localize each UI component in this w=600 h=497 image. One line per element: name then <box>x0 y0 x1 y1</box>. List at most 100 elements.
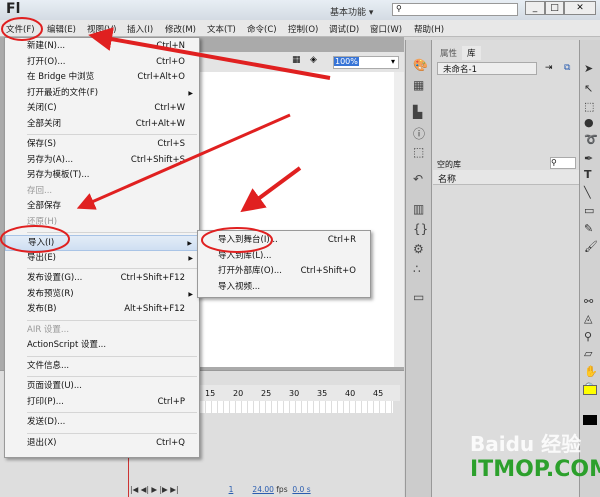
menu-item[interactable]: 发布预览(R) ▶ <box>5 287 199 303</box>
transform-icon[interactable]: ⬚ <box>413 145 424 159</box>
menu-item[interactable]: ActionScript 设置... <box>5 338 199 354</box>
menu-5[interactable]: 文本(T) <box>207 23 236 35</box>
actions-icon[interactable]: {} <box>413 222 428 236</box>
zoom-select[interactable]: 100% ▾ <box>333 56 399 69</box>
menu-1[interactable]: 编辑(E) <box>47 23 76 35</box>
menu-item[interactable]: 另存为模板(T)... <box>5 168 199 184</box>
pencil-icon[interactable]: ✎ <box>584 222 593 235</box>
menu-3[interactable]: 插入(I) <box>127 23 153 35</box>
menu-9[interactable]: 窗口(W) <box>370 23 402 35</box>
text-tool-icon[interactable]: T <box>584 168 592 181</box>
menu-item-label: 退出(X) <box>27 437 57 448</box>
menu-item[interactable]: 页面设置(U)... <box>5 379 199 395</box>
playhead[interactable] <box>128 455 129 497</box>
menu-item[interactable]: 在 Bridge 中浏览 Ctrl+Alt+O <box>5 70 199 86</box>
menu-item[interactable]: 打印(P)... Ctrl+P <box>5 395 199 411</box>
menu-item-label: 打开最近的文件(F) <box>27 87 99 98</box>
edit-symbol-icon[interactable]: ▦ <box>292 55 301 65</box>
menu-item[interactable]: 打开(O)... Ctrl+O <box>5 55 199 71</box>
ruler-tick: 35 <box>317 389 328 398</box>
info-icon[interactable]: ⓘ <box>413 125 425 142</box>
close-button[interactable]: ✕ <box>564 1 596 15</box>
menu-item[interactable]: 发布(B) Alt+Shift+F12 <box>5 302 199 318</box>
menu-4[interactable]: 修改(M) <box>165 23 196 35</box>
menu-item-label: 导入到舞台(I)... <box>218 235 278 245</box>
menu-2[interactable]: 视图(V) <box>87 23 116 35</box>
menu-item[interactable]: 另存为(A)... Ctrl+Shift+S <box>5 153 199 169</box>
color-icon[interactable]: 🎨 <box>413 58 428 72</box>
project-icon[interactable]: ▭ <box>413 290 424 304</box>
tab-properties[interactable]: 属性 <box>435 46 462 60</box>
line-tool-icon[interactable]: ╲ <box>584 186 591 199</box>
menu-item[interactable]: 打开外部库(O)... Ctrl+Shift+O <box>198 264 370 280</box>
hand-tool-icon[interactable]: ✋ <box>584 365 598 378</box>
stage-vertical-scrollbar[interactable] <box>394 72 404 367</box>
swatches-icon[interactable]: ▦ <box>413 78 424 92</box>
menu-8[interactable]: 调试(D) <box>329 23 359 35</box>
tab-library[interactable]: 库 <box>462 46 481 60</box>
bone-tool-icon[interactable]: ⚯ <box>584 295 593 308</box>
menu-item[interactable]: 导入视频... <box>198 280 370 296</box>
new-library-panel-icon[interactable]: ⧉ <box>564 63 570 73</box>
stage-canvas[interactable] <box>200 72 394 367</box>
menu-item-shortcut: Ctrl+O <box>156 56 185 67</box>
menu-item-label: 另存为(A)... <box>27 154 74 165</box>
menu-item[interactable]: 文件信息... <box>5 359 199 375</box>
library-search-input[interactable]: ⚲ <box>550 157 576 169</box>
menu-item[interactable]: 导入到舞台(I)... Ctrl+R <box>198 233 370 249</box>
stroke-color-swatch[interactable] <box>583 385 597 395</box>
3d-rotation-icon[interactable]: ● <box>584 116 594 129</box>
maximize-button[interactable]: □ <box>545 1 564 15</box>
menu-item[interactable]: 导入到库(L)... <box>198 249 370 265</box>
history-icon[interactable]: ↶ <box>413 172 423 186</box>
components-icon[interactable]: ▥ <box>413 202 424 216</box>
eyedropper-icon[interactable]: ⚲ <box>584 330 592 343</box>
menu-10[interactable]: 帮助(H) <box>414 23 444 35</box>
menu-7[interactable]: 控制(O) <box>288 23 318 35</box>
eraser-icon[interactable]: ▱ <box>584 347 592 360</box>
menu-item[interactable]: 退出(X) Ctrl+Q <box>5 436 199 452</box>
library-column-name[interactable]: 名称 <box>433 170 579 185</box>
frame-rate[interactable]: 24.00 <box>252 485 273 494</box>
menu-item[interactable]: 发送(D)... <box>5 415 199 431</box>
movie-explorer-icon[interactable]: ⚙ <box>413 242 424 256</box>
menu-item-label: AIR 设置... <box>27 324 70 335</box>
paint-bucket-icon[interactable]: ◬ <box>584 312 592 325</box>
menu-item[interactable]: 导出(E) ▶ <box>5 251 199 267</box>
selection-tool-icon[interactable]: ➤ <box>584 62 593 75</box>
menu-item-label: 新建(N)... <box>27 41 66 51</box>
pen-icon[interactable]: ✒ <box>584 152 593 165</box>
motion-presets-icon[interactable]: ∴ <box>413 262 421 276</box>
workspace-switcher[interactable]: 基本功能 ▾ <box>330 5 373 18</box>
menu-item[interactable]: 关闭(C) Ctrl+W <box>5 101 199 117</box>
menu-6[interactable]: 命令(C) <box>247 23 277 35</box>
pin-icon[interactable]: ⇥ <box>545 63 553 73</box>
menu-item[interactable]: 保存(S) Ctrl+S <box>5 137 199 153</box>
menu-item[interactable]: 导入(I) ▶ <box>5 235 199 251</box>
menu-item[interactable]: 新建(N)... Ctrl+N <box>5 39 199 55</box>
library-document-select[interactable]: 未命名-1 <box>437 62 537 75</box>
fill-color-swatch[interactable] <box>583 415 597 425</box>
lasso-icon[interactable]: ➰ <box>584 133 598 146</box>
menu-item[interactable]: 全部保存 <box>5 199 199 215</box>
frame-cells[interactable] <box>200 401 393 413</box>
edit-scene-icon[interactable]: ◈ <box>310 55 317 65</box>
help-search-input[interactable]: ⚲ <box>392 3 518 16</box>
menu-item-shortcut: Ctrl+N <box>156 41 185 51</box>
menu-item-label: 另存为模板(T)... <box>27 170 90 180</box>
subselection-tool-icon[interactable]: ↖ <box>584 82 593 95</box>
menu-0[interactable]: 文件(F) <box>6 23 35 35</box>
menu-item-label: 全部关闭 <box>27 118 62 129</box>
rectangle-tool-icon[interactable]: ▭ <box>584 204 594 217</box>
brush-icon[interactable]: 🖌 <box>584 240 598 253</box>
menu-item[interactable]: 打开最近的文件(F) ▶ <box>5 86 199 102</box>
align-icon[interactable]: ▙ <box>413 105 422 119</box>
menu-separator <box>27 355 197 357</box>
playback-controls[interactable]: |◀ ◀| ▶ |▶ ▶| <box>130 485 178 494</box>
menu-item[interactable]: 全部关闭 Ctrl+Alt+W <box>5 117 199 133</box>
menu-item[interactable]: 发布设置(G)... Ctrl+Shift+F12 <box>5 271 199 287</box>
menu-separator <box>27 432 197 434</box>
current-frame[interactable]: 1 <box>229 485 234 494</box>
minimize-button[interactable]: _ <box>525 1 545 15</box>
free-transform-icon[interactable]: ⬚ <box>584 100 594 113</box>
